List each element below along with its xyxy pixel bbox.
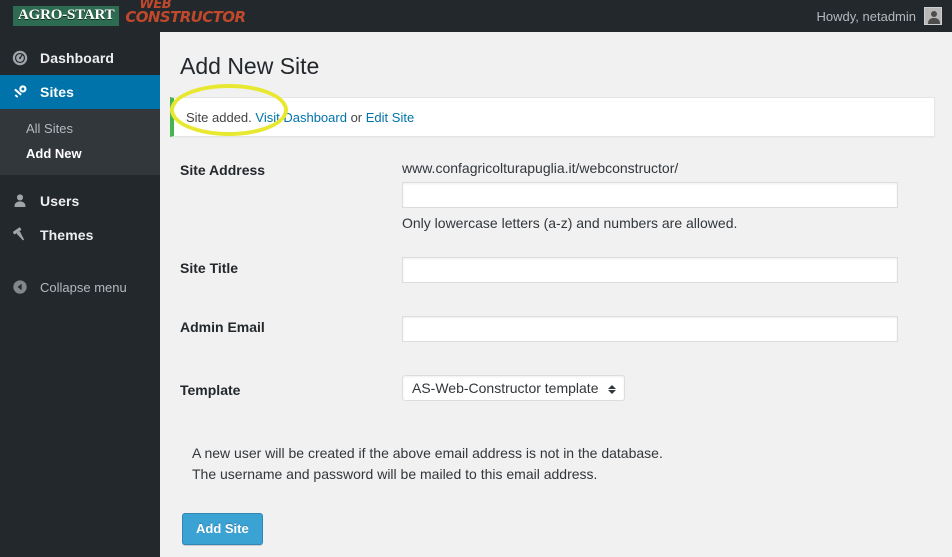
admin-sidebar: Dashboard Sites All Sites Add New Users … <box>0 32 168 557</box>
dashboard-gauge-icon <box>10 48 30 68</box>
sidebar-item-dashboard[interactable]: Dashboard <box>0 41 160 75</box>
footnote-line-2: The username and password will be mailed… <box>192 466 598 482</box>
add-site-form: Site Address www.confagricolturapuglia.i… <box>160 137 952 545</box>
sidebar-item-dashboard-label: Dashboard <box>40 50 115 66</box>
sidebar-subitem-add-new[interactable]: Add New <box>0 141 160 166</box>
key-icon <box>10 82 30 102</box>
success-notice: Site added. Visit Dashboard or Edit Site <box>170 97 935 137</box>
site-logo[interactable]: AGRO-START Web Constructor <box>0 0 246 32</box>
site-address-field-group: www.confagricolturapuglia.it/webconstruc… <box>402 159 952 231</box>
logo-agro-start-text: AGRO-START <box>13 6 120 26</box>
select-stepper-arrows-icon <box>608 381 617 395</box>
form-row-site-address: Site Address www.confagricolturapuglia.i… <box>180 159 952 231</box>
paintbrush-icon <box>10 225 30 245</box>
template-field-group: AS-Web-Constructor template <box>402 375 952 401</box>
sidebar-top-spacer <box>0 32 160 41</box>
submit-row: Add Site <box>180 485 952 545</box>
form-footnote: A new user will be created if the above … <box>180 401 952 485</box>
add-site-button[interactable]: Add Site <box>182 513 263 545</box>
admin-email-label: Admin Email <box>180 319 265 335</box>
collapse-menu-label: Collapse menu <box>40 279 127 295</box>
sidebar-item-sites[interactable]: Sites <box>0 75 168 109</box>
visit-dashboard-link[interactable]: Visit Dashboard <box>255 110 347 125</box>
form-row-site-title: Site Title <box>180 257 952 283</box>
sidebar-item-themes[interactable]: Themes <box>0 218 160 252</box>
notice-conjunction: or <box>350 109 363 125</box>
logo-constructor-line: Constructor <box>125 7 246 26</box>
sidebar-submenu-sites: All Sites Add New <box>0 109 160 175</box>
sidebar-item-themes-label: Themes <box>40 227 94 243</box>
form-row-admin-email: Admin Email <box>180 316 952 342</box>
howdy-account-menu[interactable]: Howdy, netadmin <box>817 7 952 25</box>
sidebar-item-sites-label: Sites <box>40 84 74 100</box>
page-title: Add New Site <box>180 53 320 79</box>
sidebar-item-users-label: Users <box>40 193 80 209</box>
site-title-field-group <box>402 257 952 283</box>
template-label: Template <box>180 381 241 398</box>
site-address-hint: Only lowercase letters (a-z) and numbers… <box>402 215 738 231</box>
sidebar-spacer-users <box>0 175 160 184</box>
admin-bar: AGRO-START Web Constructor Howdy, netadm… <box>0 0 952 32</box>
form-row-template: Template AS-Web-Constructor template <box>180 375 952 401</box>
admin-email-input[interactable] <box>402 316 898 342</box>
notice-text: Site added. <box>186 109 252 125</box>
sidebar-item-users[interactable]: Users <box>0 184 160 218</box>
user-avatar-icon <box>924 7 942 25</box>
admin-email-field-group <box>402 316 952 342</box>
footnote-line-1: A new user will be created if the above … <box>192 445 663 461</box>
main-content: Add New Site Site added. Visit Dashboard… <box>160 32 952 557</box>
collapse-left-arrow-icon <box>10 277 30 297</box>
site-title-label: Site Title <box>180 260 239 276</box>
user-icon <box>10 191 30 211</box>
howdy-label: Howdy, netadmin <box>816 8 916 24</box>
site-title-input[interactable] <box>402 257 898 283</box>
sidebar-subitem-all-sites[interactable]: All Sites <box>0 116 160 141</box>
template-select-value: AS-Web-Constructor template <box>412 380 599 396</box>
collapse-menu-button[interactable]: Collapse menu <box>0 272 160 302</box>
logo-web-constructor-text: Web Constructor <box>125 0 246 26</box>
site-address-label: Site Address <box>180 162 266 178</box>
edit-site-link[interactable]: Edit Site <box>366 110 414 125</box>
site-address-input[interactable] <box>402 182 898 208</box>
template-select[interactable]: AS-Web-Constructor template <box>402 375 626 401</box>
site-address-url-prefix: www.confagricolturapuglia.it/webconstruc… <box>402 160 679 176</box>
